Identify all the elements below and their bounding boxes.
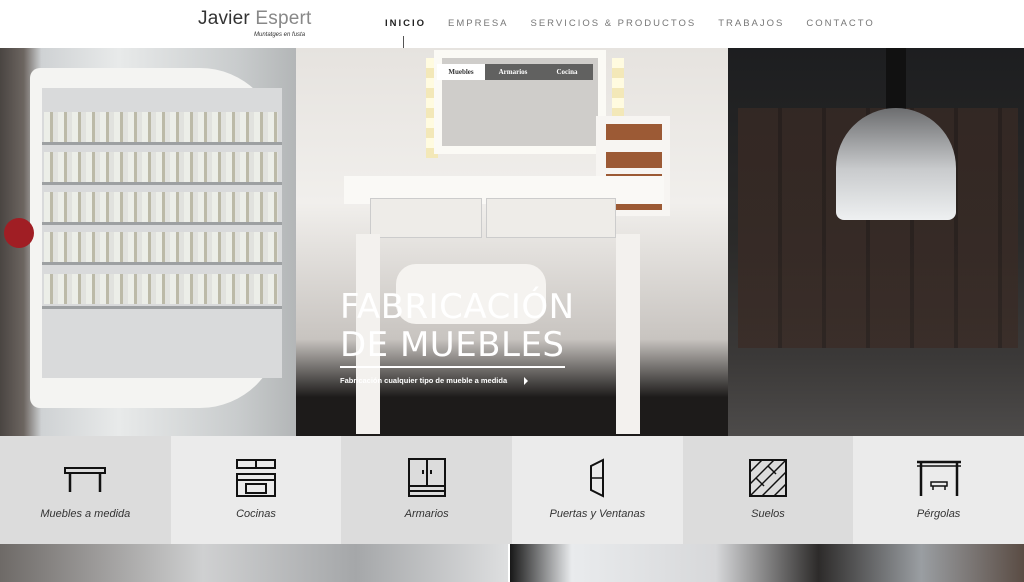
pendant-lamp xyxy=(836,108,956,220)
logo-name: Javier Espert xyxy=(198,8,312,30)
hero-subtitle-link[interactable]: Fabricación cualquier tipo de mueble a m… xyxy=(340,376,507,385)
bottle-row xyxy=(44,112,278,142)
shelf-line xyxy=(42,306,282,309)
service-label: Pérgolas xyxy=(916,508,961,520)
wardrobe-icon xyxy=(407,458,446,497)
desk-drawer xyxy=(486,198,616,238)
service-label: Muebles a medida xyxy=(40,508,131,520)
arrow-right-icon[interactable] xyxy=(524,377,528,385)
bottle-row xyxy=(44,152,278,182)
tab-cocina[interactable]: Cocina xyxy=(541,64,593,80)
logo-last-name: Espert xyxy=(255,8,312,29)
service-label: Cocinas xyxy=(236,508,276,520)
hero-image-perfume-shelves xyxy=(0,48,296,436)
floor-icon xyxy=(748,459,787,497)
logo[interactable]: Javier Espert Muntatges en fusta xyxy=(198,8,312,42)
nav-servicios[interactable]: SERVICIOS & PRODUCTOS xyxy=(531,18,697,29)
shelf-line xyxy=(42,182,282,185)
logo-first-name: Javier xyxy=(198,8,250,29)
nav-active-marker xyxy=(403,36,404,48)
logo-tagline: Muntatges en fusta xyxy=(254,32,306,38)
hero-title-line1: FABRICACIÓN xyxy=(340,287,575,327)
desk-leg xyxy=(616,234,640,434)
service-tile-cocinas[interactable]: Cocinas xyxy=(170,436,342,544)
drawer-front xyxy=(606,124,662,140)
project-previews xyxy=(0,544,1024,582)
shelf-line xyxy=(42,222,282,225)
hero-slider[interactable]: Muebles Armarios Cocina FABRICACIÓN DE M… xyxy=(0,48,1024,436)
kitchen-icon xyxy=(235,459,276,497)
service-tile-muebles[interactable]: Muebles a medida xyxy=(0,436,171,544)
flower-decoration xyxy=(4,218,34,248)
service-tile-armarios[interactable]: Armarios xyxy=(341,436,512,544)
nav-empresa[interactable]: EMPRESA xyxy=(448,18,508,29)
drawer-front xyxy=(606,152,662,168)
nav-trabajos[interactable]: TRABAJOS xyxy=(718,18,784,29)
bottle-row xyxy=(44,192,278,222)
service-label: Suelos xyxy=(751,508,785,520)
nav-inicio[interactable]: INICIO xyxy=(385,18,426,29)
door-window-icon xyxy=(590,458,605,498)
hero-image-dark-shop xyxy=(728,48,1024,436)
service-tile-pergolas[interactable]: Pérgolas xyxy=(853,436,1024,544)
lamp-stem xyxy=(886,48,906,112)
shelf-line xyxy=(42,142,282,145)
pergola-icon xyxy=(916,460,961,496)
service-label: Puertas y Ventanas xyxy=(549,508,646,520)
shelf-line xyxy=(42,262,282,265)
bottle-row xyxy=(44,274,278,304)
bottle-row xyxy=(44,232,278,262)
tab-muebles[interactable]: Muebles xyxy=(437,64,485,80)
service-tile-suelos[interactable]: Suelos xyxy=(682,436,854,544)
main-nav: INICIO EMPRESA SERVICIOS & PRODUCTOS TRA… xyxy=(385,18,875,29)
tab-armarios[interactable]: Armarios xyxy=(485,64,541,80)
project-preview-image[interactable] xyxy=(0,544,508,582)
site-header: Javier Espert Muntatges en fusta INICIO … xyxy=(0,0,1024,48)
services-grid: Muebles a medida Cocinas Armarios Puerta… xyxy=(0,436,1024,544)
hero-title-line2: DE MUEBLES xyxy=(340,326,565,368)
hero-title: FABRICACIÓN DE MUEBLES xyxy=(340,288,575,368)
nav-contacto[interactable]: CONTACTO xyxy=(806,18,874,29)
project-preview-image[interactable] xyxy=(510,544,1024,582)
table-icon xyxy=(64,467,107,492)
desk-drawer xyxy=(370,198,482,238)
gallery-tabs: Muebles Armarios Cocina xyxy=(437,64,593,80)
service-label: Armarios xyxy=(404,508,449,520)
service-tile-puertas[interactable]: Puertas y Ventanas xyxy=(511,436,683,544)
